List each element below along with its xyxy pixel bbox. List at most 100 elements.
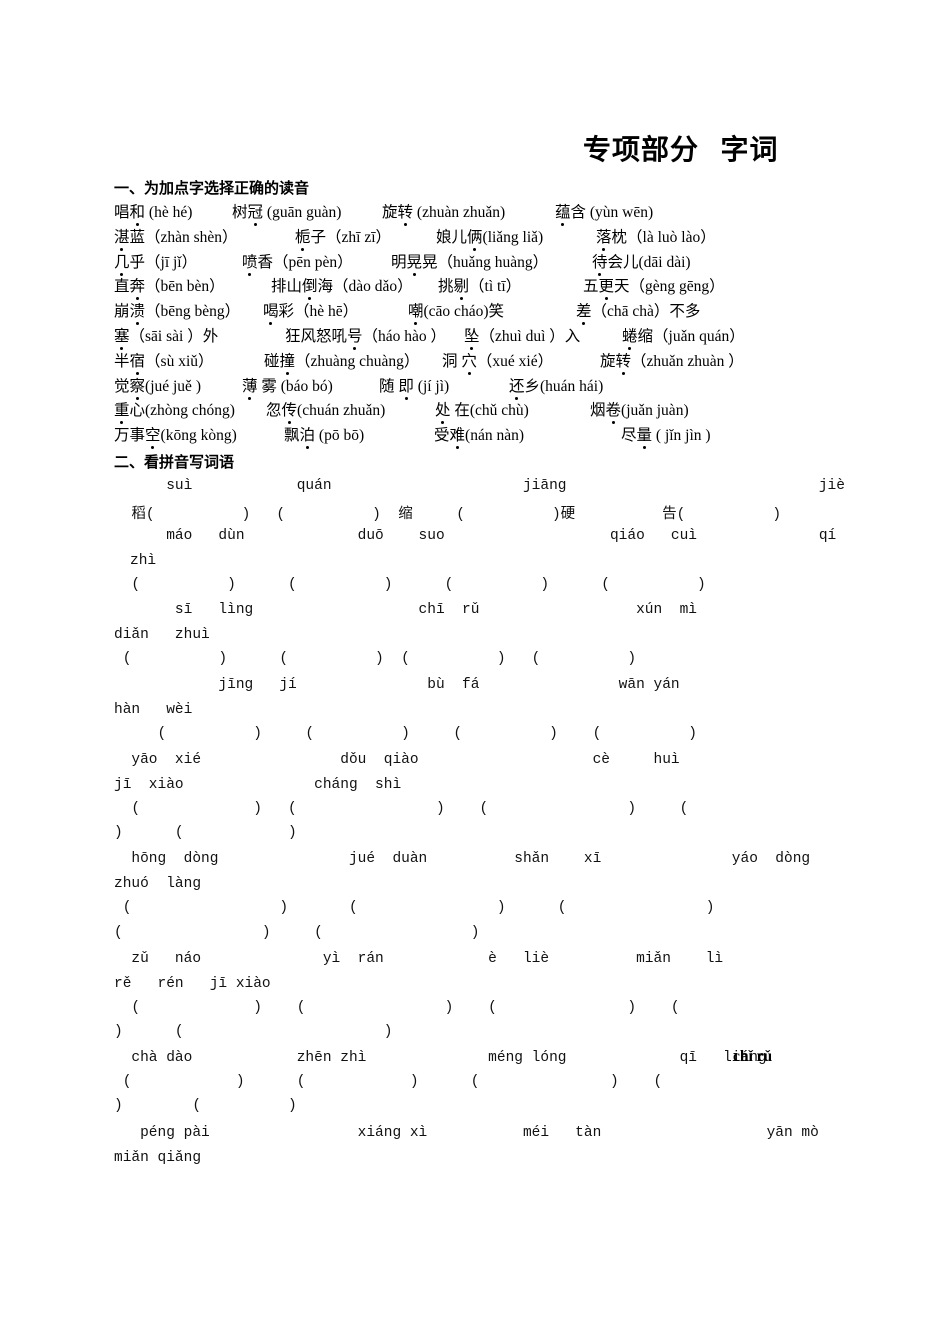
answer-blanks-line[interactable]: ( ) ( ) ( ) ( xyxy=(114,1074,663,1090)
answer-blanks-line[interactable]: ( ) ( ) ( ) ( xyxy=(114,1000,679,1016)
pinyin-line: hàn wèi xyxy=(114,702,193,718)
dotted-character: 剔 xyxy=(454,274,469,301)
dotted-character: 俩 xyxy=(467,225,483,251)
dotted-character: 穴 xyxy=(461,349,477,375)
pronunciation-question: 几乎（jī jǐ） xyxy=(114,250,197,276)
pronunciation-question: 半宿（sù xiǔ） xyxy=(114,349,214,375)
pronunciation-question: 蜷缩（juǎn quán） xyxy=(622,324,745,350)
pronunciation-question: 随 即 (jí jì) xyxy=(379,374,449,400)
section2-heading: 二、看拼音写词语 xyxy=(114,453,235,471)
dotted-character: 喷 xyxy=(242,250,258,276)
answer-blanks-line[interactable]: ( ) ( ) xyxy=(114,925,479,941)
pronunciation-question: 栀子（zhī zī） xyxy=(295,225,391,251)
pronunciation-question: 树冠 (guān guàn) xyxy=(232,200,341,226)
pronunciation-question: 排山倒海（dào dǎo） xyxy=(271,274,413,301)
pronunciation-question: 挑剔（tì tī） xyxy=(438,274,521,301)
dotted-character: 难 xyxy=(450,423,465,450)
dotted-character: 薄 xyxy=(242,374,258,400)
dotted-character: 坠 xyxy=(464,324,480,350)
dotted-character: 湛 xyxy=(114,225,130,251)
dotted-character: 处 xyxy=(435,398,451,425)
pinyin-line: hōng dòng jué duàn shǎn xī yáo dòng xyxy=(114,851,811,867)
answer-blanks-line[interactable]: ( ) ( ) ( ) ( ) xyxy=(114,651,636,667)
dotted-character: 即 xyxy=(398,374,414,400)
pronunciation-question: 待会儿(dāi dài) xyxy=(592,250,691,276)
answer-blanks-line[interactable]: ( ) ( ) ( ) ( ) xyxy=(114,726,698,742)
dotted-character: 撞 xyxy=(280,349,295,375)
pronunciation-question: 受难(nán nàn) xyxy=(434,423,524,450)
dotted-character: 奔 xyxy=(130,274,145,301)
answer-blanks-line[interactable]: ) ( ) xyxy=(114,1098,297,1114)
page-title: 专项部分 字词 xyxy=(583,133,779,166)
pronunciation-question: 落枕（là luò lào） xyxy=(596,225,716,251)
pinyin-item-chi-ru: chǐ rǔ xyxy=(733,1048,773,1065)
pinyin-line: zhuó làng xyxy=(114,876,202,892)
pronunciation-question: 嘲(cāo cháo)笑 xyxy=(408,299,504,326)
dotted-character: 宿 xyxy=(130,349,145,375)
pronunciation-question: 明晃晃（huǎng huàng） xyxy=(391,250,548,276)
dotted-character: 冠 xyxy=(248,200,263,226)
pronunciation-question: 旋转 (zhuàn zhuǎn) xyxy=(382,200,505,226)
pronunciation-question: 处 在(chǔ chù) xyxy=(435,398,529,425)
pronunciation-question: 五更天（gèng gēng） xyxy=(583,274,725,301)
pronunciation-question: 塞（sāi sài ）外 xyxy=(114,324,218,350)
pronunciation-question: 还乡(huán hái) xyxy=(509,374,603,400)
pronunciation-question: 洞 穴（xué xié） xyxy=(442,349,553,375)
pronunciation-question: 唱和 (hè hé) xyxy=(114,200,192,226)
dotted-character: 嘲 xyxy=(408,299,424,326)
dotted-character: 倒 xyxy=(302,274,318,301)
pronunciation-question: 忽传(chuán zhuǎn) xyxy=(266,398,385,425)
pronunciation-question: 烟卷(juǎn juàn) xyxy=(590,398,689,425)
pinyin-line: péng pài xiáng xì méi tàn yān mò xyxy=(114,1125,819,1141)
dotted-character: 还 xyxy=(509,374,525,400)
pinyin-line: miǎn qiǎng xyxy=(114,1150,202,1166)
dotted-character: 重 xyxy=(114,398,130,425)
dotted-character: 和 xyxy=(130,200,145,226)
pinyin-line: sī lìng chī rǔ xún mì xyxy=(114,602,697,618)
section1-heading: 一、为加点字选择正确的读音 xyxy=(114,179,310,197)
answer-blanks-line[interactable]: ( ) ( ) ( ) ( xyxy=(114,801,688,817)
pinyin-line: máo dùn duō suo qiáo cuì qí xyxy=(114,528,837,544)
answer-blanks-line[interactable]: ( ) ( ) ( ) ( ) xyxy=(114,577,705,593)
dotted-character: 差 xyxy=(576,299,592,326)
dotted-character: 量 xyxy=(637,423,652,450)
dotted-character: 号 xyxy=(347,324,363,350)
pronunciation-question: 狂风怒吼号（háo hào ） xyxy=(285,324,446,350)
pronunciation-question: 薄 雾 (báo bó) xyxy=(242,374,333,400)
pronunciation-question: 湛蓝（zhàn shèn） xyxy=(114,225,238,251)
dotted-character: 更 xyxy=(599,274,614,301)
pronunciation-question: 碰撞（zhuàng chuàng） xyxy=(264,349,419,375)
dotted-character: 塞 xyxy=(114,324,130,350)
dotted-character: 待 xyxy=(592,250,608,276)
pinyin-line: jīng jí bù fá wān yán xyxy=(114,677,680,693)
pronunciation-question: 重心(zhòng chóng) xyxy=(114,398,235,425)
dotted-character: 察 xyxy=(130,374,145,400)
pronunciation-question: 差（chā chà）不多 xyxy=(576,299,700,326)
dotted-character: 几 xyxy=(114,250,130,276)
pronunciation-question: 直奔（bēn bèn） xyxy=(114,274,225,301)
pronunciation-question: 尽量 ( jǐn jìn ) xyxy=(621,423,711,450)
dotted-character: 转 xyxy=(616,349,631,375)
pronunciation-question: 娘儿俩(liǎng liǎ) xyxy=(436,225,543,251)
pronunciation-question: 旋转（zhuǎn zhuàn ） xyxy=(600,349,744,375)
answer-blanks-line[interactable]: ( ) ( ) ( ) xyxy=(114,900,715,916)
answer-blanks-line[interactable]: ) ( ) xyxy=(114,825,297,841)
answer-blanks-line[interactable]: 稻( ) ( ) 缩 ( )硬 告( ) xyxy=(114,502,781,523)
dotted-character: 栀 xyxy=(295,225,311,251)
dotted-character: 卷 xyxy=(606,398,621,425)
dotted-character: 传 xyxy=(282,398,297,425)
answer-blanks-line[interactable]: ) ( ) xyxy=(114,1024,392,1040)
pinyin-line: jī xiào cháng shì xyxy=(114,777,402,793)
pronunciation-question: 觉察(jué juě ) xyxy=(114,374,201,400)
dotted-character: 泊 xyxy=(300,423,315,450)
pinyin-line: yāo xié dǒu qiào cè huì xyxy=(114,752,680,768)
dotted-character: 蕴 xyxy=(555,200,571,226)
pronunciation-question: 飘泊 (pō bō) xyxy=(284,423,364,450)
pinyin-line: rě rén jī xiào xyxy=(114,976,271,992)
pronunciation-question: 坠（zhuì duì ）入 xyxy=(464,324,580,350)
pinyin-line: zhì xyxy=(130,553,157,569)
pinyin-line: chà dào zhēn zhì méng lóng qī liáng xyxy=(114,1050,767,1066)
pinyin-line: zǔ náo yì rán è liè miǎn lì xyxy=(114,951,724,967)
pronunciation-question: 崩溃（bēng bèng） xyxy=(114,299,240,326)
pinyin-line: suì quán jiāng jiè xyxy=(114,478,845,494)
